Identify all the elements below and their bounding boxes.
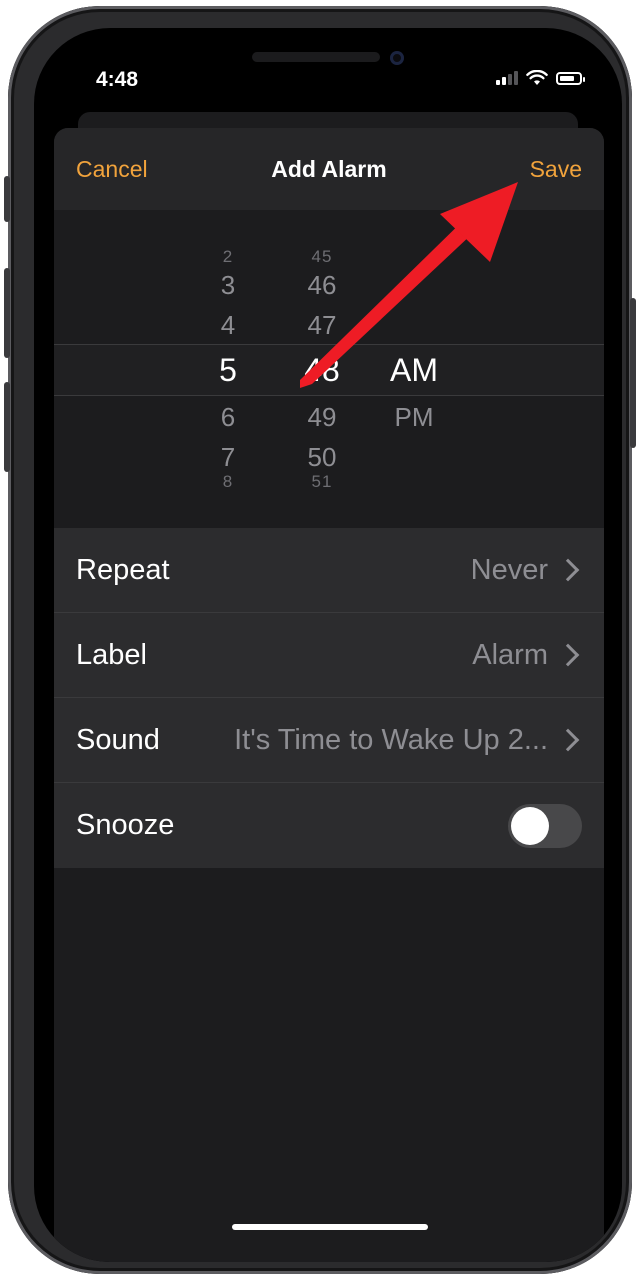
chevron-right-icon [556,643,580,667]
phone-frame: 4:48 Cancel Add Alarm Save 2 3 4 5 6 7 8… [4,6,636,1274]
side-power-button [630,298,636,448]
sound-value: It's Time to Wake Up 2... [234,723,548,756]
picker-hour-option[interactable]: 2 [188,247,268,267]
volume-up-button [4,268,10,358]
toggle-knob [511,806,549,845]
picker-minute-option[interactable]: 49 [282,402,362,433]
volume-down-button [4,382,10,472]
picker-hour-option[interactable]: 7 [188,442,268,473]
sound-label: Sound [76,723,160,756]
home-indicator[interactable] [232,1224,428,1230]
status-time: 4:48 [96,68,139,91]
picker-period-option[interactable]: PM [374,402,454,433]
label-label: Label [76,638,147,671]
repeat-row[interactable]: Repeat Never [54,528,604,613]
front-camera [390,51,404,65]
picker-hour-option[interactable]: 4 [188,310,268,341]
picker-minute-option[interactable]: 51 [282,472,362,492]
minute-wheel[interactable]: 45 46 47 48 49 50 51 [282,210,362,528]
picker-hour-option[interactable]: 6 [188,402,268,433]
add-alarm-sheet: Cancel Add Alarm Save 2 3 4 5 6 7 8 45 4… [54,128,604,1262]
chevron-right-icon [556,558,580,582]
label-value: Alarm [472,638,548,671]
period-wheel[interactable]: AM PM [374,210,454,528]
wifi-icon [526,70,548,85]
save-button[interactable]: Save [530,156,582,183]
label-row[interactable]: Label Alarm [54,613,604,698]
hour-wheel[interactable]: 2 3 4 5 6 7 8 [188,210,268,528]
picker-minute-option[interactable]: 45 [282,247,362,267]
picker-minute-option[interactable]: 50 [282,442,362,473]
chevron-right-icon [556,728,580,752]
status-icons [496,70,585,86]
snooze-label: Snooze [76,809,175,841]
page-title: Add Alarm [271,156,387,182]
silent-switch [4,176,10,222]
repeat-value: Never [470,553,548,586]
screen: 4:48 Cancel Add Alarm Save 2 3 4 5 6 7 8… [34,28,622,1262]
picker-period-selected[interactable]: AM [374,352,454,389]
speaker-notch [252,52,380,62]
picker-hour-selected[interactable]: 5 [188,352,268,389]
repeat-label: Repeat [76,553,170,586]
time-picker[interactable]: 2 3 4 5 6 7 8 45 46 47 48 49 50 51 AM PM [54,210,604,528]
picker-minute-option[interactable]: 46 [282,270,362,301]
picker-minute-option[interactable]: 47 [282,310,362,341]
snooze-toggle[interactable] [508,803,582,848]
picker-minute-selected[interactable]: 48 [282,352,362,389]
sound-row[interactable]: Sound It's Time to Wake Up 2... [54,698,604,783]
signal-icon [496,71,518,85]
snooze-row: Snooze [54,783,604,868]
battery-icon [556,71,585,85]
picker-hour-option[interactable]: 8 [188,472,268,492]
nav-bar: Cancel Add Alarm Save [54,128,604,210]
alarm-settings-list: Repeat Never Label Alarm Sound It's Time… [54,528,604,868]
picker-hour-option[interactable]: 3 [188,270,268,301]
